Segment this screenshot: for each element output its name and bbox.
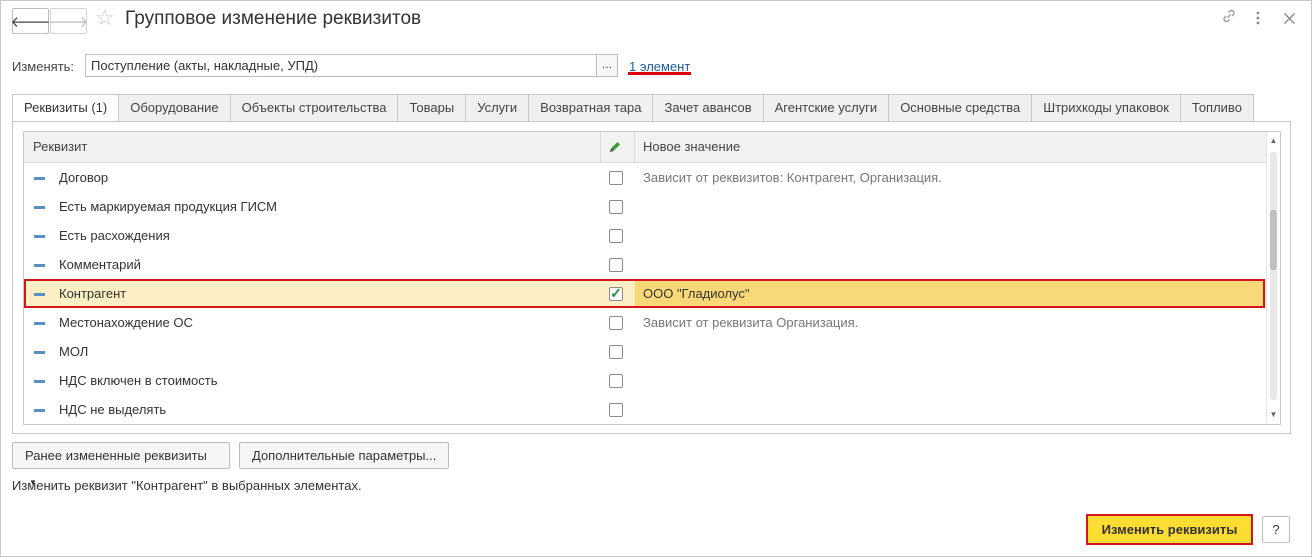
row-attribute-name: Есть маркируемая продукция ГИСМ — [59, 199, 277, 214]
back-button[interactable]: 🡐 — [10, 8, 51, 34]
table-row[interactable]: НДС не выделять — [24, 395, 1266, 424]
row-new-value[interactable]: Зависит от реквизитов: Контрагент, Орган… — [643, 163, 942, 192]
tab-zachet-avansov[interactable]: Зачет авансов — [653, 94, 764, 122]
select-button[interactable]: ... — [596, 54, 618, 77]
pencil-icon — [608, 140, 622, 154]
row-checkbox[interactable] — [609, 345, 623, 359]
close-icon[interactable] — [1283, 10, 1296, 30]
column-divider — [600, 132, 601, 162]
table-row[interactable]: Местонахождение ОС Зависит от реквизита … — [24, 308, 1266, 337]
tab-toplivo[interactable]: Топливо — [1180, 94, 1254, 122]
row-attribute-name: НДС не выделять — [59, 402, 167, 417]
table-row[interactable]: Договор Зависит от реквизитов: Контраген… — [24, 163, 1266, 192]
attribute-icon — [34, 177, 45, 180]
more-icon[interactable] — [1255, 10, 1261, 30]
attributes-table: Реквизит Новое значение Договор Зависит … — [23, 131, 1281, 425]
column-attribute[interactable]: Реквизит — [33, 132, 87, 162]
previous-attributes-label: Ранее измененные реквизиты — [25, 448, 207, 463]
attribute-icon — [34, 351, 45, 354]
tab-obekty-stroitelstva[interactable]: Объекты строительства — [230, 94, 399, 122]
column-divider — [634, 132, 635, 162]
table-row-selected[interactable]: Контрагент ✓ ООО "Гладиолус" — [24, 279, 1266, 308]
star-icon[interactable]: ☆ — [95, 5, 115, 31]
row-attribute-name: Есть расхождения — [59, 228, 170, 243]
window-title: Групповое изменение реквизитов — [125, 8, 422, 29]
tab-bar: Реквизиты (1) Оборудование Объекты строи… — [12, 94, 1254, 122]
attribute-icon — [34, 322, 45, 325]
scroll-up-icon[interactable]: ▲ — [1267, 136, 1280, 145]
link-highlight-underline — [628, 72, 691, 75]
scroll-down-icon[interactable]: ▼ — [1267, 410, 1280, 419]
arrow-right-icon: 🡒 — [48, 13, 89, 31]
forward-button[interactable]: 🡒 — [48, 8, 89, 34]
apply-button-label: Изменить реквизиты — [1101, 522, 1238, 537]
arrow-left-icon: 🡐 — [10, 13, 51, 31]
scroll-track[interactable] — [1270, 152, 1277, 400]
tab-osnovnye-sredstva[interactable]: Основные средства — [889, 94, 1033, 122]
row-checkbox[interactable] — [609, 258, 623, 272]
table-header: Реквизит Новое значение — [24, 132, 1266, 163]
tab-vozvratnaya-tara[interactable]: Возвратная тара — [529, 94, 654, 122]
target-label: Изменять: — [12, 59, 75, 74]
help-button[interactable]: ? — [1262, 516, 1290, 543]
apply-button[interactable]: Изменить реквизиты — [1086, 514, 1253, 545]
vertical-scrollbar[interactable]: ▲ ▼ — [1266, 132, 1280, 424]
tab-shtrihkody-upakovok[interactable]: Штрихкоды упаковок — [1032, 94, 1181, 122]
row-checkbox[interactable] — [609, 229, 623, 243]
row-attribute-name: Договор — [59, 170, 109, 185]
link-icon[interactable] — [1221, 8, 1237, 29]
tab-uslugi[interactable]: Услуги — [466, 94, 530, 122]
tab-tovary[interactable]: Товары — [398, 94, 467, 122]
row-attribute-name: НДС включен в стоимость — [59, 373, 218, 388]
row-attribute-name: Комментарий — [59, 257, 141, 272]
additional-params-button[interactable]: Дополнительные параметры... — [239, 442, 450, 469]
status-text: Изменить реквизит "Контрагент" в выбранн… — [12, 478, 362, 493]
row-new-value[interactable]: Зависит от реквизита Организация. — [643, 308, 858, 337]
table-row[interactable]: Комментарий — [24, 250, 1266, 279]
tab-agentskie-uslugi[interactable]: Агентские услуги — [763, 94, 890, 122]
target-field[interactable]: Поступление (акты, накладные, УПД) — [85, 54, 604, 77]
row-checkbox[interactable] — [609, 316, 623, 330]
attribute-icon — [34, 206, 45, 209]
attribute-icon — [34, 380, 45, 383]
table-row[interactable]: Есть маркируемая продукция ГИСМ — [24, 192, 1266, 221]
row-checkbox[interactable] — [609, 171, 623, 185]
row-attribute-name: Местонахождение ОС — [59, 315, 193, 330]
table-row[interactable]: МОЛ — [24, 337, 1266, 366]
table-row[interactable]: Есть расхождения — [24, 221, 1266, 250]
scroll-thumb[interactable] — [1270, 210, 1277, 270]
tab-oborudovanie[interactable]: Оборудование — [119, 94, 231, 122]
table-row[interactable]: НДС включен в стоимость — [24, 366, 1266, 395]
row-attribute-name: МОЛ — [59, 344, 89, 359]
attribute-icon — [34, 409, 45, 412]
tab-rekvizity[interactable]: Реквизиты (1) — [12, 94, 120, 122]
row-checkbox[interactable] — [609, 200, 623, 214]
column-new-value[interactable]: Новое значение — [643, 132, 740, 162]
row-highlight-frame — [24, 279, 1265, 308]
attribute-icon — [34, 264, 45, 267]
previous-attributes-button[interactable]: Ранее измененные реквизиты ▼ — [12, 442, 230, 487]
row-checkbox[interactable] — [609, 403, 623, 417]
row-checkbox[interactable] — [609, 374, 623, 388]
attribute-icon — [34, 235, 45, 238]
